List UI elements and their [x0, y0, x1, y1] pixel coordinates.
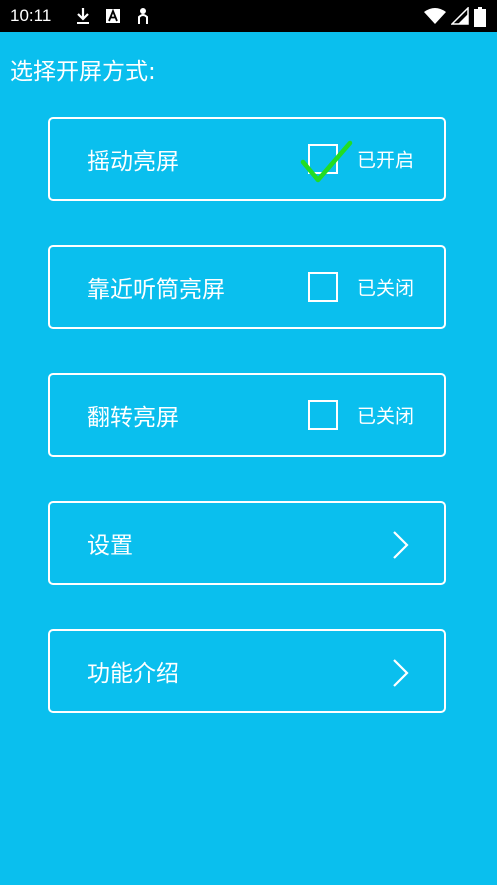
proximity-wake-checkbox[interactable]: [308, 272, 338, 302]
feature-intro-button[interactable]: 功能介绍: [48, 629, 446, 713]
option-proximity-wake[interactable]: 靠近听筒亮屏 已关闭: [48, 245, 446, 329]
feature-intro-label: 功能介绍: [87, 661, 179, 687]
settings-label: 设置: [87, 533, 133, 559]
chevron-right-icon: [393, 531, 409, 559]
option-shake-wake[interactable]: 摇动亮屏 已开启: [48, 117, 446, 201]
wifi-icon: [424, 8, 446, 24]
option-label: 翻转亮屏: [87, 405, 179, 431]
status-time: 10:11: [10, 6, 52, 25]
option-label: 摇动亮屏: [87, 149, 179, 175]
chevron-right-icon: [393, 659, 409, 687]
battery-icon: [474, 7, 486, 27]
flip-wake-checkbox[interactable]: [308, 400, 338, 430]
accessibility-icon: [138, 8, 148, 24]
checkmark-icon: [300, 140, 353, 183]
status-label: 已关闭: [357, 405, 415, 428]
status-bar: 10:11: [0, 0, 497, 32]
option-label: 靠近听筒亮屏: [87, 277, 225, 303]
shake-wake-checkbox[interactable]: [300, 140, 353, 183]
status-label: 已开启: [357, 149, 415, 172]
option-flip-wake[interactable]: 翻转亮屏 已关闭: [48, 373, 446, 457]
download-icon: [77, 8, 89, 24]
signal-icon: [451, 7, 469, 25]
page-title: 选择开屏方式:: [10, 59, 156, 85]
status-label: 已关闭: [357, 277, 415, 300]
settings-button[interactable]: 设置: [48, 501, 446, 585]
text-a-icon: [106, 8, 120, 23]
